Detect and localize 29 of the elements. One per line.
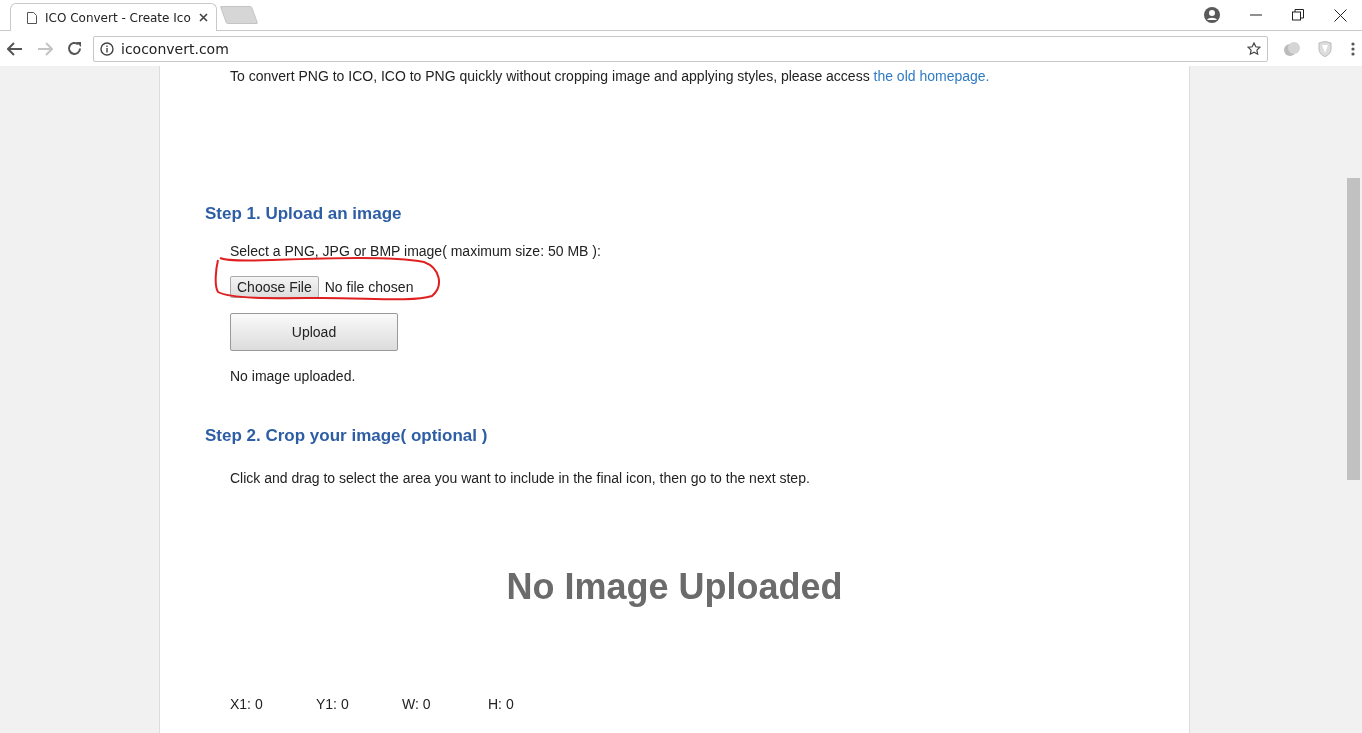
reload-icon[interactable] [67,41,82,56]
instruction-text: Select a PNG, JPG or BMP image( maximum size: 50 MB ): [230,243,602,259]
address-bar[interactable]: icoconvert.com [93,35,1268,62]
instruction-text: Click and drag to select the area you want to include in the final icon, then go to the next step. [230,470,811,486]
browser-tab[interactable]: ICO Convert - Create Ico [10,3,217,31]
menu-icon[interactable] [1351,41,1355,56]
close-icon[interactable] [1334,8,1347,22]
coordinate-label: W: 0 [402,696,432,712]
profile-icon[interactable] [1204,7,1220,23]
back-icon[interactable] [7,41,23,56]
upload-button[interactable]: Upload [230,313,398,351]
step-heading: Step 1. Upload an image [205,204,403,224]
info-icon [100,41,114,56]
coordinate-label: Y1: 0 [316,696,350,712]
old-homepage-link[interactable]: the old homepage. [873,68,990,84]
intro-text: To convert PNG to ICO, ICO to PNG quickly without cropping image and applying styles, please access the old homepage. [230,67,991,84]
status-text: No image uploaded. [230,368,357,384]
page-icon [27,11,37,24]
coordinate-label: H: 0 [488,696,515,712]
coordinate-label: X1: 0 [230,696,264,712]
no-image-placeholder-text: No Image Uploaded [506,566,843,608]
url-text: icoconvert.com [121,40,230,57]
step-heading: Step 2. Crop your image( optional ) [205,426,489,446]
file-status-text: No file chosen [324,279,414,295]
choose-file-button[interactable]: Choose File [230,276,319,298]
close-tab-icon[interactable] [198,13,208,22]
scrollbar-thumb[interactable] [1347,178,1360,480]
restore-icon[interactable] [1292,9,1304,21]
star-icon[interactable] [1247,41,1261,56]
